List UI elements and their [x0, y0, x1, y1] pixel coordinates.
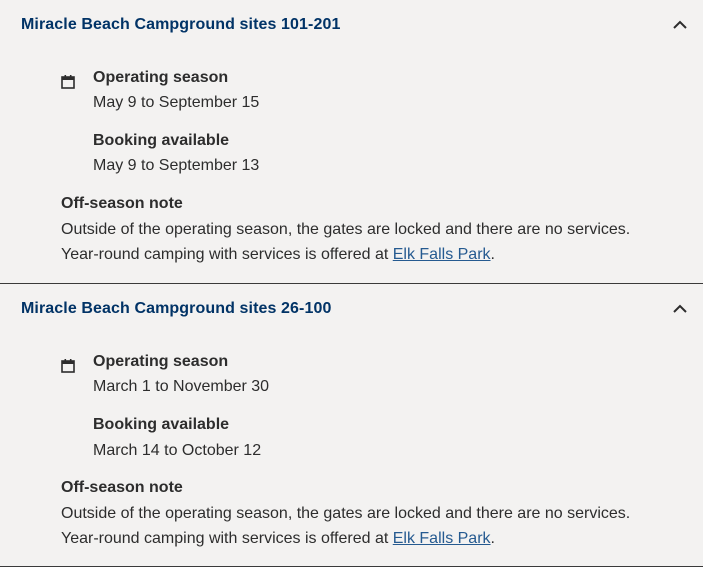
- note-suffix: .: [490, 530, 495, 547]
- note-suffix: .: [490, 246, 495, 263]
- elk-falls-park-link[interactable]: Elk Falls Park: [393, 246, 491, 263]
- off-season-note-label: Off-season note: [61, 195, 183, 212]
- off-season-note-label: Off-season note: [61, 479, 183, 496]
- accordion-section: Miracle Beach Campground sites 26-100 Op…: [0, 284, 703, 567]
- accordion-title: Miracle Beach Campground sites 26-100: [21, 300, 332, 317]
- accordion-header[interactable]: Miracle Beach Campground sites 101-201: [0, 0, 703, 52]
- calendar-icon: [61, 359, 75, 373]
- note-line: Year-round camping with services is offe…: [61, 242, 630, 267]
- operating-season-dates: March 1 to November 30: [93, 378, 270, 395]
- operating-season-label: Operating season: [93, 69, 229, 86]
- booking-available-dates: March 14 to October 12: [93, 442, 262, 459]
- chevron-up-icon[interactable]: [673, 302, 687, 316]
- note-prefix: Year-round camping with services is offe…: [61, 530, 393, 547]
- off-season-note-text: Outside of the operating season, the gat…: [61, 501, 630, 551]
- booking-available-label: Booking available: [93, 132, 230, 149]
- chevron-up-icon[interactable]: [673, 18, 687, 32]
- booking-available-dates: May 9 to September 13: [93, 157, 260, 174]
- note-line: Outside of the operating season, the gat…: [61, 505, 631, 522]
- accordion-header[interactable]: Miracle Beach Campground sites 26-100: [0, 284, 703, 336]
- off-season-note-text: Outside of the operating season, the gat…: [61, 217, 630, 267]
- note-line: Outside of the operating season, the gat…: [61, 221, 631, 238]
- accordion-section: Miracle Beach Campground sites 101-201 O…: [0, 0, 703, 284]
- calendar-icon: [61, 75, 75, 89]
- booking-available-label: Booking available: [93, 416, 230, 433]
- elk-falls-park-link[interactable]: Elk Falls Park: [393, 530, 491, 547]
- accordion-title: Miracle Beach Campground sites 101-201: [21, 16, 341, 33]
- operating-season-dates: May 9 to September 15: [93, 94, 260, 111]
- note-line: Year-round camping with services is offe…: [61, 526, 630, 551]
- note-prefix: Year-round camping with services is offe…: [61, 246, 393, 263]
- operating-season-label: Operating season: [93, 353, 229, 370]
